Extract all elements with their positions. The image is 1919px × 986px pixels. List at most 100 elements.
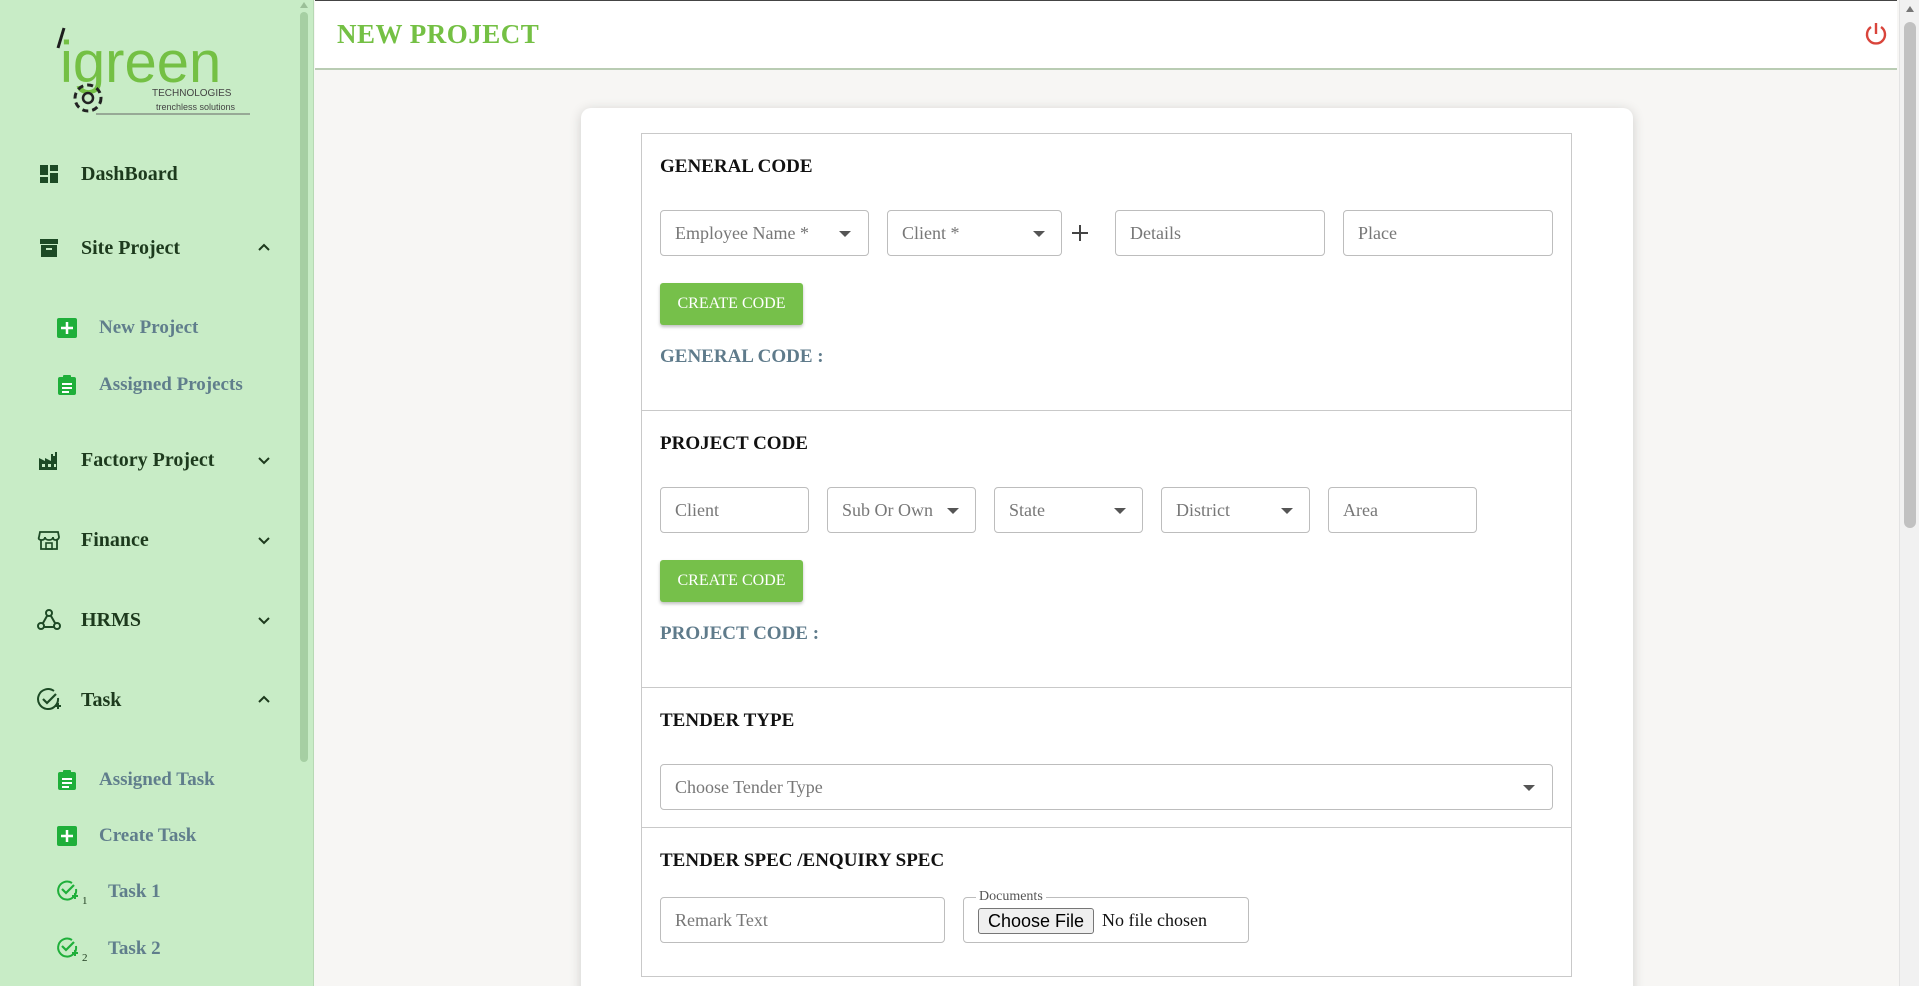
sidebar-item-site-project[interactable]: Site Project xyxy=(0,226,298,270)
sidebar-item-finance[interactable]: Finance xyxy=(0,518,298,562)
section-title: PROJECT CODE xyxy=(660,433,808,454)
sidebar-item-label: DashBoard xyxy=(81,162,178,185)
input-placeholder: Place xyxy=(1358,223,1397,243)
chevron-down-icon xyxy=(256,612,272,628)
caret-down-icon xyxy=(839,231,851,237)
clipboard-icon xyxy=(56,374,78,396)
general-code-label: GENERAL CODE : xyxy=(660,346,824,367)
input-placeholder: Remark Text xyxy=(675,910,768,930)
select-placeholder: Choose Tender Type xyxy=(675,777,823,797)
clipboard-icon xyxy=(56,769,78,791)
sidebar-scrollbar[interactable] xyxy=(298,0,310,986)
section-title: GENERAL CODE xyxy=(660,156,813,177)
sidebar-item-assigned-projects[interactable]: Assigned Projects xyxy=(0,365,298,405)
employee-name-select[interactable]: Employee Name * xyxy=(660,210,869,256)
select-placeholder: District xyxy=(1176,500,1230,520)
documents-upload-field: Documents Choose File No file chosen xyxy=(963,889,1249,943)
page-title: NEW PROJECT xyxy=(337,19,540,49)
district-select[interactable]: District xyxy=(1161,487,1310,533)
sidebar-item-task-1[interactable]: 1 Task 1 xyxy=(0,872,298,912)
svg-text:TECHNOLOGIES: TECHNOLOGIES xyxy=(152,88,232,99)
caret-down-icon xyxy=(1281,508,1293,514)
input-placeholder: Details xyxy=(1130,223,1181,243)
project-client-input[interactable]: Client xyxy=(660,487,809,533)
tender-spec-section: TENDER SPEC /ENQUIRY SPEC Remark Text Do… xyxy=(641,827,1572,977)
select-placeholder: State xyxy=(1009,500,1045,520)
sidebar-item-dashboard[interactable]: DashBoard xyxy=(0,152,298,196)
tender-type-section: TENDER TYPE Choose Tender Type xyxy=(641,687,1572,828)
sidebar-item-label: Site Project xyxy=(81,236,181,259)
factory-icon xyxy=(36,447,62,473)
no-file-chosen-text: No file chosen xyxy=(1102,910,1207,930)
chevron-down-icon xyxy=(256,532,272,548)
chevron-up-icon xyxy=(256,240,272,256)
sidebar-item-label: Task 1 xyxy=(108,881,161,902)
scrollbar-thumb[interactable] xyxy=(1904,22,1916,528)
svg-text:trenchless solutions: trenchless solutions xyxy=(156,102,236,112)
plus-square-icon xyxy=(56,317,78,339)
tender-type-select[interactable]: Choose Tender Type xyxy=(660,764,1553,810)
chevron-down-icon xyxy=(256,452,272,468)
archive-icon xyxy=(36,235,62,261)
people-network-icon xyxy=(36,607,62,633)
caret-down-icon xyxy=(1523,785,1535,791)
scroll-up-arrow-icon[interactable] xyxy=(1906,6,1914,12)
task-check-icon xyxy=(36,687,62,713)
sidebar-item-label: Create Task xyxy=(99,825,197,846)
caret-down-icon xyxy=(1033,231,1045,237)
input-placeholder: Area xyxy=(1343,500,1378,520)
add-client-plus-icon[interactable] xyxy=(1069,222,1091,244)
area-input[interactable]: Area xyxy=(1328,487,1477,533)
top-header: NEW PROJECT xyxy=(315,0,1897,70)
section-title: TENDER SPEC /ENQUIRY SPEC xyxy=(660,850,945,871)
select-placeholder: Client * xyxy=(902,223,960,243)
project-code-label: PROJECT CODE : xyxy=(660,623,820,644)
sidebar-item-create-task[interactable]: Create Task xyxy=(0,816,298,856)
sidebar-item-label: Finance xyxy=(81,528,149,551)
sidebar: igreen TECHNOLOGIES trenchless solutions… xyxy=(0,0,314,986)
general-code-section: GENERAL CODE Employee Name * Client * De… xyxy=(641,133,1572,411)
sidebar-item-label: HRMS xyxy=(81,608,141,631)
state-select[interactable]: State xyxy=(994,487,1143,533)
task-check-icon: 2 xyxy=(56,936,90,964)
task-check-icon: 1 xyxy=(56,879,90,907)
sidebar-item-task-2[interactable]: 2 Task 2 xyxy=(0,929,298,969)
sidebar-item-label: Assigned Task xyxy=(99,769,215,790)
documents-legend: Documents xyxy=(976,889,1046,905)
client-select[interactable]: Client * xyxy=(887,210,1062,256)
remark-text-input[interactable]: Remark Text xyxy=(660,897,945,943)
project-code-section: PROJECT CODE Client Sub Or Own State Dis… xyxy=(641,410,1572,688)
main-scrollbar[interactable] xyxy=(1899,0,1919,986)
sidebar-item-hrms[interactable]: HRMS xyxy=(0,598,298,642)
sidebar-item-label: Task 2 xyxy=(108,938,161,959)
svg-text:2: 2 xyxy=(82,952,88,962)
igreen-logo: igreen TECHNOLOGIES trenchless solutions xyxy=(56,26,252,118)
input-placeholder: Client xyxy=(675,500,719,520)
svg-text:1: 1 xyxy=(82,895,88,905)
sidebar-item-new-project[interactable]: New Project xyxy=(0,308,298,348)
select-placeholder: Employee Name * xyxy=(675,223,809,243)
caret-down-icon xyxy=(1114,508,1126,514)
dashboard-icon xyxy=(36,161,62,187)
create-general-code-button[interactable]: CREATE CODE xyxy=(660,283,803,325)
create-project-code-button[interactable]: CREATE CODE xyxy=(660,560,803,602)
sidebar-item-label: Assigned Projects xyxy=(99,374,243,395)
choose-file-button[interactable]: Choose File xyxy=(978,908,1094,934)
store-icon xyxy=(36,527,62,553)
scrollbar-thumb[interactable] xyxy=(300,12,308,762)
sidebar-item-task[interactable]: Task xyxy=(0,678,298,722)
details-input[interactable]: Details xyxy=(1115,210,1325,256)
sub-or-own-select[interactable]: Sub Or Own xyxy=(827,487,976,533)
select-placeholder: Sub Or Own xyxy=(842,500,934,520)
sidebar-item-assigned-task[interactable]: Assigned Task xyxy=(0,760,298,800)
power-icon[interactable] xyxy=(1863,21,1889,47)
caret-down-icon xyxy=(947,508,959,514)
sidebar-item-factory-project[interactable]: Factory Project xyxy=(0,438,298,482)
scroll-up-arrow-icon[interactable] xyxy=(300,2,308,8)
sidebar-item-label: Task xyxy=(81,688,122,711)
svg-text:igreen: igreen xyxy=(60,30,221,95)
chevron-up-icon xyxy=(256,692,272,708)
sidebar-item-label: New Project xyxy=(99,317,199,338)
plus-square-icon xyxy=(56,825,78,847)
place-input[interactable]: Place xyxy=(1343,210,1553,256)
